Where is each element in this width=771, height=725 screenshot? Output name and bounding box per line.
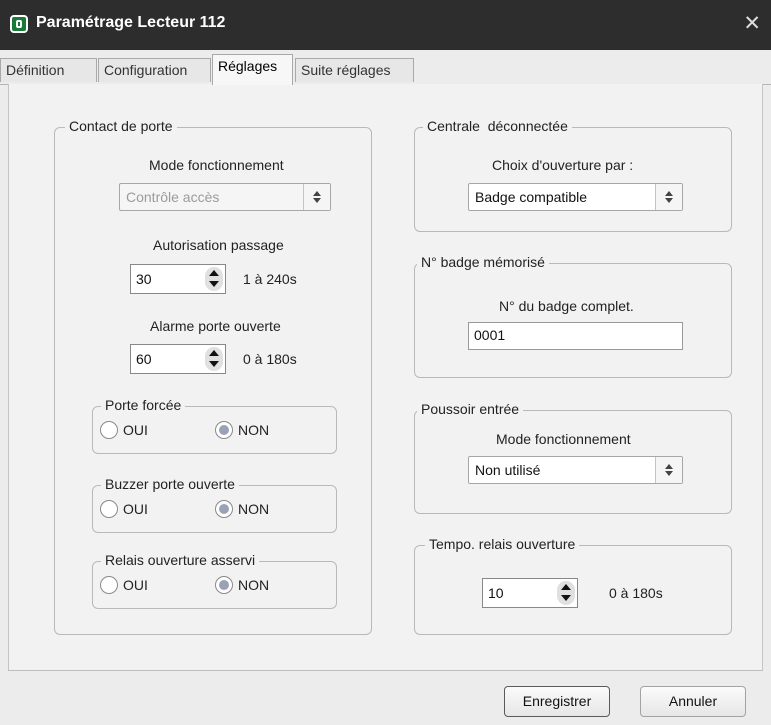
settings-dialog: Paramétrage Lecteur 112 ✕ Définition Con… <box>0 0 771 725</box>
window-title: Paramétrage Lecteur 112 <box>36 14 226 31</box>
group-relais-ouverture-asservi: Relais ouverture asservi OUI NON <box>92 552 337 609</box>
porte-forcee-non-radio[interactable] <box>215 421 233 439</box>
autorisation-passage-spinbox[interactable]: 30 <box>130 264 226 294</box>
group-badge-memorise: N° badge mémorisé N° du badge complet. 0… <box>414 254 732 378</box>
badge-number-input[interactable]: 0001 <box>468 322 683 350</box>
buzzer-non-radio[interactable] <box>215 500 233 518</box>
title-bar: Paramétrage Lecteur 112 ✕ <box>0 0 771 50</box>
mode-fonctionnement-select: Contrôle accès <box>119 183 331 211</box>
buzzer-legend: Buzzer porte ouverte <box>101 476 239 492</box>
group-poussoir-entree: Poussoir entrée Mode fonctionnement Non … <box>414 401 732 514</box>
centrale-legend: Centrale déconnectée <box>423 118 572 134</box>
choix-ouverture-label: Choix d'ouverture par : <box>492 157 634 173</box>
alarme-porte-ouverte-label: Alarme porte ouverte <box>150 318 281 334</box>
footer-divider <box>8 670 763 671</box>
app-icon <box>10 15 28 33</box>
tab-reglages[interactable]: Réglages <box>212 54 293 85</box>
porte-forcee-legend: Porte forcée <box>101 397 186 413</box>
tempo-spinbox[interactable]: 10 <box>482 578 578 608</box>
group-porte-forcee: Porte forcée OUI NON <box>92 397 337 454</box>
poussoir-legend: Poussoir entrée <box>417 401 524 417</box>
group-buzzer-porte-ouverte: Buzzer porte ouverte OUI NON <box>92 476 337 533</box>
autorisation-passage-range: 1 à 240s <box>243 271 297 287</box>
spin-arrows-icon[interactable] <box>205 267 223 291</box>
porte-forcee-non-label: NON <box>238 422 270 438</box>
poussoir-mode-label: Mode fonctionnement <box>496 431 631 447</box>
autorisation-passage-label: Autorisation passage <box>153 237 284 253</box>
badge-legend: N° badge mémorisé <box>417 254 549 270</box>
alarme-porte-ouverte-spinbox[interactable]: 60 <box>130 344 226 374</box>
porte-forcee-oui-label: OUI <box>123 422 148 438</box>
select-arrows-icon[interactable] <box>655 184 682 210</box>
badge-complet-label: N° du badge complet. <box>499 298 634 314</box>
spin-arrows-icon[interactable] <box>557 581 575 605</box>
tab-suite-reglages[interactable]: Suite réglages <box>295 58 414 82</box>
buzzer-oui-radio[interactable] <box>100 500 118 518</box>
relais-oui-radio[interactable] <box>100 576 118 594</box>
tempo-range: 0 à 180s <box>609 585 663 601</box>
group-tempo-relais-ouverture: Tempo. relais ouverture 10 0 à 180s <box>414 536 732 635</box>
tempo-legend: Tempo. relais ouverture <box>425 536 580 552</box>
tab-configuration[interactable]: Configuration <box>98 58 211 82</box>
cancel-button[interactable]: Annuler <box>640 686 746 717</box>
spin-arrows-icon[interactable] <box>205 347 223 371</box>
select-arrows-icon[interactable] <box>655 457 682 483</box>
tab-definition[interactable]: Définition <box>0 58 97 82</box>
porte-forcee-oui-radio[interactable] <box>100 421 118 439</box>
tab-bar: Définition Configuration Réglages Suite … <box>0 50 771 85</box>
relais-legend: Relais ouverture asservi <box>101 552 260 568</box>
group-legend: Contact de porte <box>65 118 177 134</box>
relais-non-radio[interactable] <box>215 576 233 594</box>
buzzer-oui-label: OUI <box>123 501 148 517</box>
poussoir-mode-select[interactable]: Non utilisé <box>468 456 683 484</box>
relais-oui-label: OUI <box>123 577 148 593</box>
close-icon[interactable]: ✕ <box>743 11 761 36</box>
buzzer-non-label: NON <box>238 501 270 517</box>
relais-non-label: NON <box>238 577 270 593</box>
group-contact-de-porte: Contact de porte Mode fonctionnement Con… <box>54 118 372 635</box>
tab-panel-reglages: Contact de porte Mode fonctionnement Con… <box>8 84 763 670</box>
choix-ouverture-select[interactable]: Badge compatible <box>468 183 683 211</box>
save-button[interactable]: Enregistrer <box>504 686 610 717</box>
group-centrale-deconnectee: Centrale déconnectée Choix d'ouverture p… <box>414 118 732 232</box>
mode-fonctionnement-label: Mode fonctionnement <box>149 157 284 173</box>
select-arrows-icon <box>303 184 330 210</box>
alarme-porte-ouverte-range: 0 à 180s <box>243 351 297 367</box>
